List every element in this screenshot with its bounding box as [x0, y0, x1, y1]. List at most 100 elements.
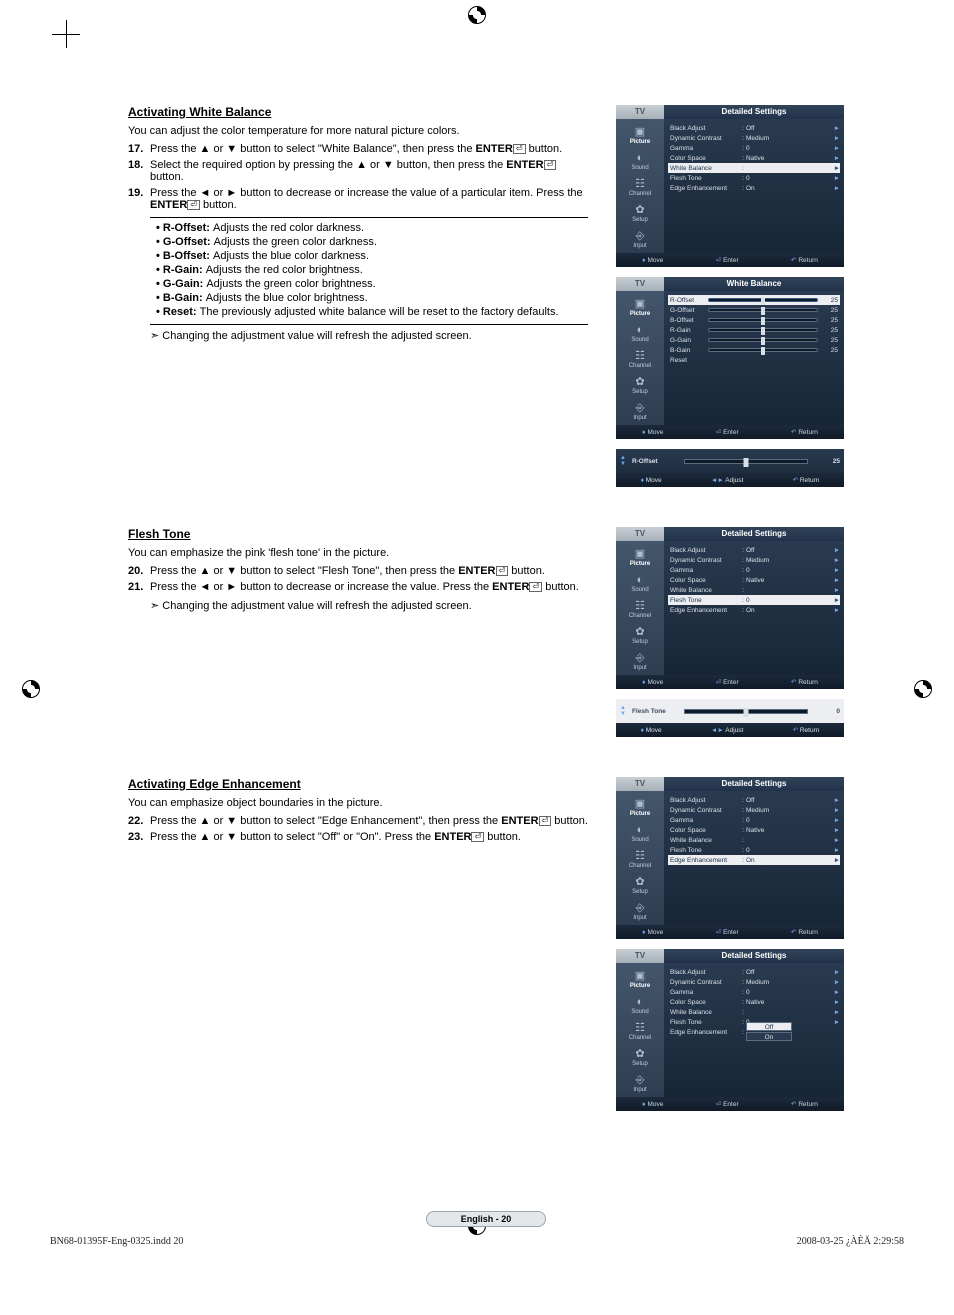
osd-menu-row[interactable]: Edge Enhancement : OffOn — [668, 1027, 840, 1037]
osd-sidebar-item[interactable]: ☷ Channel — [616, 175, 664, 201]
osd-row-value: Native — [746, 999, 830, 1006]
osd-slider-bar[interactable] — [708, 328, 818, 332]
osd-sidebar-item[interactable]: ☷ Channel — [616, 347, 664, 373]
osd-menu-row[interactable]: Edge Enhancement : On ► — [668, 855, 840, 865]
osd-menu-row[interactable]: Gamma : 0 ► — [668, 987, 840, 997]
osd-slider-row[interactable]: R-Offset 25 — [668, 295, 840, 305]
osd-sidebar-item[interactable]: ◐ Sound — [616, 571, 664, 597]
osd-sidebar-label: Channel — [629, 363, 651, 369]
chevron-right-icon: ► — [830, 587, 840, 594]
chevron-right-icon: ► — [830, 125, 840, 132]
osd-slider-thumb — [761, 347, 765, 355]
osd-slider-row[interactable]: G-Offset 25 — [668, 305, 840, 315]
osd-menu-row[interactable]: Black Adjust : Off ► — [668, 967, 840, 977]
osd-sidebar-item[interactable]: ⎆ Input — [616, 227, 664, 253]
osd-sidebar-item[interactable]: ⎆ Input — [616, 649, 664, 675]
osd-sidebar-item[interactable]: ☷ Channel — [616, 597, 664, 623]
osd-menu-row[interactable]: Dynamic Contrast : Medium ► — [668, 977, 840, 987]
osd-dropdown-option[interactable]: Off — [746, 1022, 792, 1031]
osd-sidebar-item[interactable]: ▣ Picture — [616, 967, 664, 993]
adjust-bar[interactable] — [684, 709, 808, 714]
osd-sidebar-item[interactable]: ⎆ Input — [616, 399, 664, 425]
osd-menu-row[interactable]: Dynamic Contrast : Medium ► — [668, 133, 840, 143]
adjust-bar[interactable] — [684, 459, 808, 464]
osd-menu-row[interactable]: White Balance : ► — [668, 585, 840, 595]
osd-panel: TV Detailed Settings ▣ Picture ◐ Sound ☷… — [616, 777, 844, 939]
step-number: 23. — [128, 831, 150, 843]
osd-menu-row[interactable]: Black Adjust : Off ► — [668, 123, 840, 133]
osd-slider-bar[interactable] — [708, 298, 818, 302]
osd-sidebar-item[interactable]: ⎆ Input — [616, 899, 664, 925]
osd-footer: ♦Move ⏎Enter ↶Return — [616, 675, 844, 689]
osd-slider-bar[interactable] — [708, 348, 818, 352]
osd-slider-row[interactable]: B-Offset 25 — [668, 315, 840, 325]
enter-icon: ⏎ — [187, 200, 200, 210]
osd-slider-row[interactable]: B-Gain 25 — [668, 345, 840, 355]
osd-footer-return: ↶Return — [791, 678, 818, 686]
osd-sidebar-item[interactable]: ✿ Setup — [616, 373, 664, 399]
osd-sidebar-item[interactable]: ▣ Picture — [616, 795, 664, 821]
osd-sidebar-item[interactable]: ✿ Setup — [616, 623, 664, 649]
osd-menu-row[interactable]: Edge Enhancement : On ► — [668, 183, 840, 193]
osd-sidebar-item[interactable]: ▣ Picture — [616, 123, 664, 149]
osd-sidebar-item[interactable]: ◐ Sound — [616, 149, 664, 175]
osd-menu-row[interactable]: White Balance : ► — [668, 1007, 840, 1017]
osd-footer: ♦Move ⏎Enter ↶Return — [616, 925, 844, 939]
chevron-right-icon: ► — [830, 607, 840, 614]
chevron-right-icon: ► — [830, 847, 840, 854]
osd-header: TV Detailed Settings — [616, 777, 844, 791]
osd-menu-row[interactable]: Flesh Tone : 0 ► — [668, 173, 840, 183]
osd-sidebar-item[interactable]: ◐ Sound — [616, 821, 664, 847]
osd-row-value: 0 — [746, 597, 830, 604]
osd-sidebar-item[interactable]: ✿ Setup — [616, 1045, 664, 1071]
definition-item: R-Gain: Adjusts the red color brightness… — [156, 264, 582, 276]
osd-menu-row[interactable]: White Balance : ► — [668, 163, 840, 173]
osd-row-value: 0 — [746, 145, 830, 152]
ft-steps: 20.Press the ▲ or ▼ button to select "Fl… — [128, 565, 588, 593]
osd-sidebar-item[interactable]: ▣ Picture — [616, 545, 664, 571]
osd-menu-row[interactable]: Dynamic Contrast : Medium ► — [668, 555, 840, 565]
osd-menu-row[interactable]: Black Adjust : Off ► — [668, 795, 840, 805]
osd-sidebar-item[interactable]: ☷ Channel — [616, 1019, 664, 1045]
osd-slider-row[interactable]: Reset — [668, 355, 840, 365]
osd-menu-row[interactable]: White Balance : ► — [668, 835, 840, 845]
osd-sidebar-item[interactable]: ☷ Channel — [616, 847, 664, 873]
osd-slider-row[interactable]: R-Gain 25 — [668, 325, 840, 335]
osd-sidebar-item[interactable]: ◐ Sound — [616, 321, 664, 347]
definition-item: G-Offset: Adjusts the green color darkne… — [156, 236, 582, 248]
osd-row-value: 0 — [746, 817, 830, 824]
osd-menu-row[interactable]: Black Adjust : Off ► — [668, 545, 840, 555]
osd-content: Black Adjust : Off ► Dynamic Contrast : … — [664, 119, 844, 253]
osd-menu-row[interactable]: Color Space : Native ► — [668, 825, 840, 835]
osd-menu-row[interactable]: Flesh Tone : 0 ► — [668, 595, 840, 605]
osd-slider-row[interactable]: G-Gain 25 — [668, 335, 840, 345]
osd-menu-row[interactable]: Edge Enhancement : On ► — [668, 605, 840, 615]
chevron-right-icon: ► — [830, 557, 840, 564]
osd-row-value: 25 — [818, 337, 840, 344]
osd-sidebar-item[interactable]: ✿ Setup — [616, 873, 664, 899]
osd-menu-row[interactable]: Flesh Tone : 0 ► — [668, 845, 840, 855]
osd-menu-row[interactable]: Color Space : Native ► — [668, 575, 840, 585]
osd-slider-bar[interactable] — [708, 338, 818, 342]
osd-menu-row[interactable]: Dynamic Contrast : Medium ► — [668, 805, 840, 815]
osd-slider-bar[interactable] — [708, 318, 818, 322]
osd-row-value: 25 — [818, 347, 840, 354]
osd-sidebar-item[interactable]: ⎆ Input — [616, 1071, 664, 1097]
osd-row-value: Medium — [746, 557, 830, 564]
osd-slider-bar[interactable] — [708, 308, 818, 312]
osd-sidebar-item[interactable]: ◐ Sound — [616, 993, 664, 1019]
step-item: 23.Press the ▲ or ▼ button to select "Of… — [128, 831, 588, 843]
osd-sidebar-item[interactable]: ▣ Picture — [616, 295, 664, 321]
osd-menu-row[interactable]: Color Space : Native ► — [668, 997, 840, 1007]
osd-sidebar-item[interactable]: ✿ Setup — [616, 201, 664, 227]
osd-menu-row[interactable]: Gamma : 0 ► — [668, 565, 840, 575]
osd-header-title: White Balance — [664, 277, 844, 291]
osd-menu-row[interactable]: Color Space : Native ► — [668, 153, 840, 163]
osd-header: TV Detailed Settings — [616, 527, 844, 541]
osd-sidebar-icon: ☷ — [616, 851, 664, 862]
osd-menu-row[interactable]: Gamma : 0 ► — [668, 143, 840, 153]
chevron-right-icon: ► — [830, 597, 840, 604]
osd-menu-row[interactable]: Gamma : 0 ► — [668, 815, 840, 825]
osd-dropdown[interactable]: OffOn — [746, 1022, 830, 1042]
osd-dropdown-option[interactable]: On — [746, 1032, 792, 1041]
